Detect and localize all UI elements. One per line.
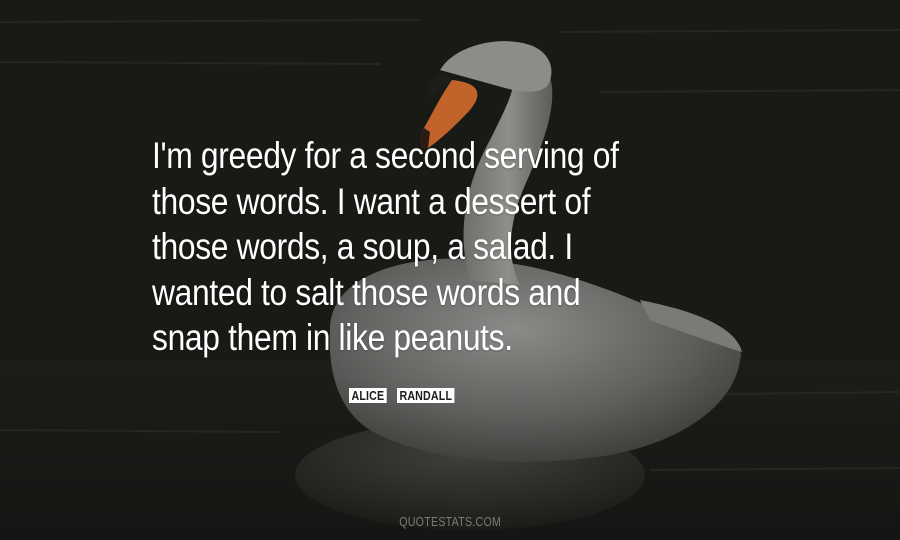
quote-line: I'm greedy for a second serving of [152,135,619,176]
author-last-name: RANDALL [397,388,455,403]
author-name: ALICE RANDALL [349,388,467,403]
quote-line: those words. I want a dessert of [152,180,591,222]
quote-card: I'm greedy for a second serving of those… [0,0,900,540]
author-first-name: ALICE [349,388,387,403]
quote-text: I'm greedy for a second serving of those… [152,133,711,361]
quote-line: snap them in like peanuts. [152,317,513,358]
watermark-text: QUOTESTATS.COM [399,514,501,529]
quote-line: those words, a soup, a salad. I [152,226,573,267]
site-watermark: QUOTESTATS.COM [0,514,900,529]
quote-line: wanted to salt those words and [152,271,581,313]
